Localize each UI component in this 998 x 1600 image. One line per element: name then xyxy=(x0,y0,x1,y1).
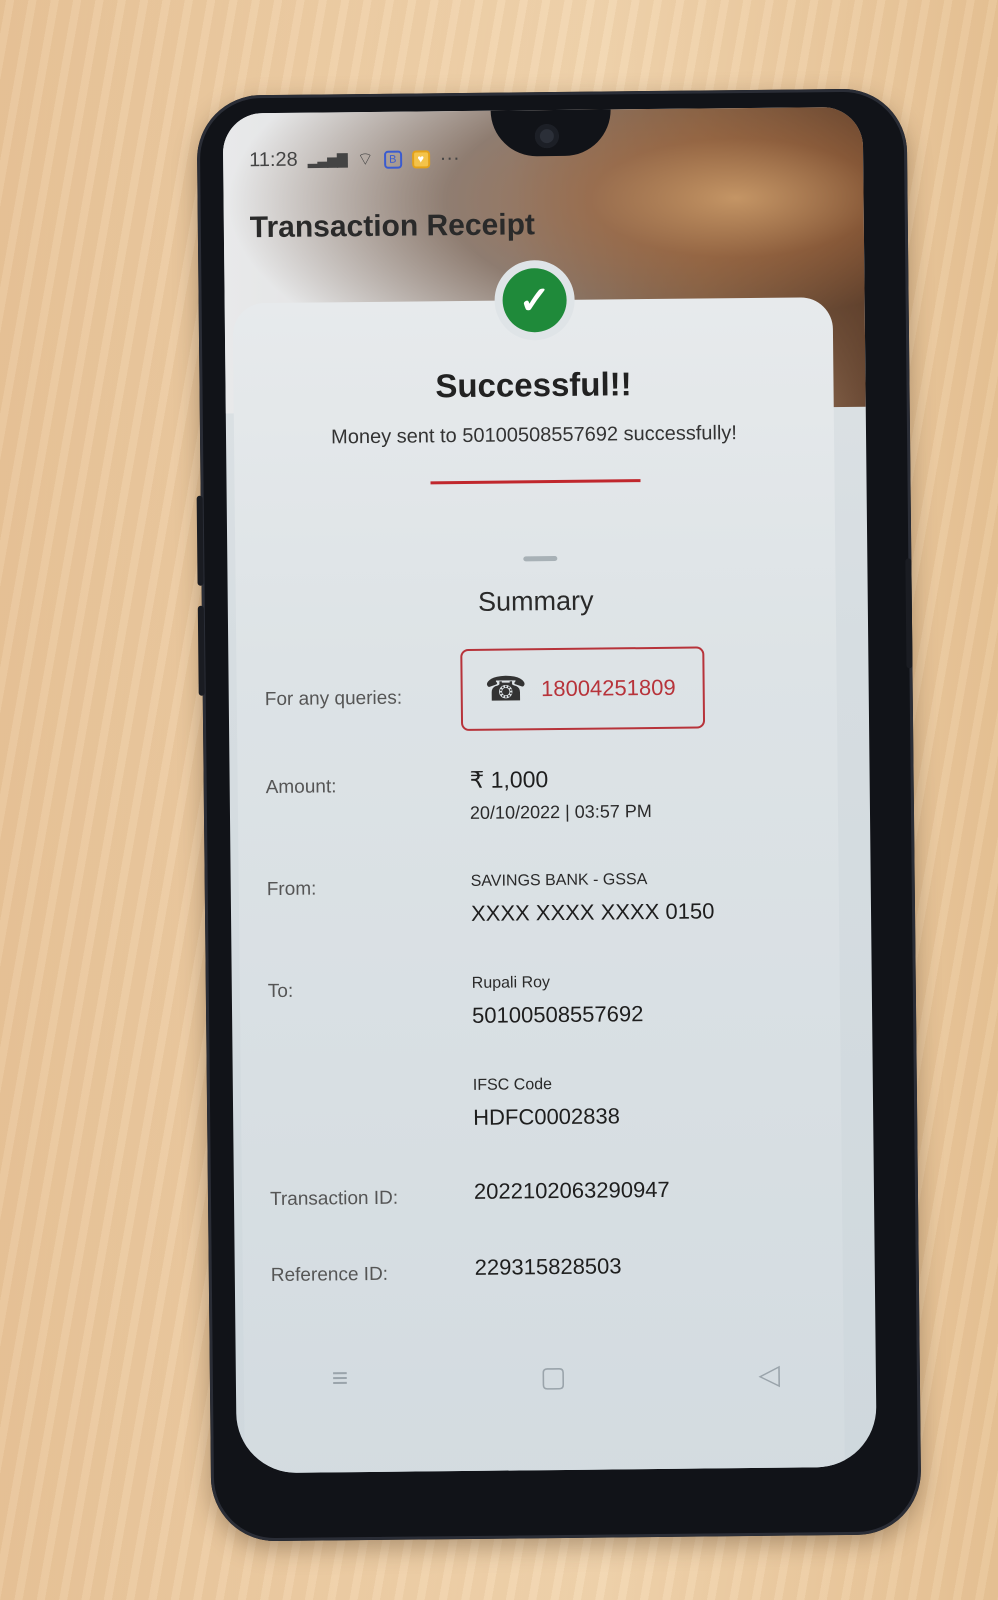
queries-label: For any queries: xyxy=(264,687,403,711)
to-label: To: xyxy=(267,980,294,1003)
volume-button-2 xyxy=(197,605,205,696)
success-message: Money sent to 50100508557692 successfull… xyxy=(330,422,738,449)
more-notifications-icon: ··· xyxy=(439,147,460,170)
helpline-button[interactable]: ☎ 18004251809 xyxy=(460,646,706,732)
amount-label: Amount: xyxy=(265,776,337,799)
success-title: Successful!! xyxy=(435,365,632,405)
reference-id-value: 229315828503 xyxy=(474,1253,622,1280)
app-notification-icon: B xyxy=(383,150,402,169)
transaction-datetime: 20/10/2022 | 03:57 PM xyxy=(469,801,652,823)
payee-account-number: 50100508557692 xyxy=(471,1001,644,1028)
payee-name: Rupali Roy xyxy=(471,974,551,992)
wifi-icon: ⌔ xyxy=(356,148,374,170)
phone-screen: 11:28 ▂▃▅▇ ⌔ B ♥ ··· Transaction Receipt… xyxy=(222,106,877,1474)
ifsc-value: HDFC0002838 xyxy=(473,1103,621,1130)
reference-id-label: Reference ID: xyxy=(270,1263,389,1287)
front-camera xyxy=(534,123,560,149)
telephone-icon: ☎ xyxy=(484,670,528,709)
summary-title: Summary xyxy=(477,585,594,617)
amount-value: ₹ 1,000 xyxy=(469,766,549,793)
signal-icon: ▂▃▅▇ xyxy=(307,151,347,168)
transaction-id-value: 202210206329094​7 xyxy=(473,1176,670,1204)
helpline-number: 18004251809 xyxy=(540,674,676,702)
status-time: 11:28 xyxy=(249,148,298,172)
receipt-card: ✓ Successful!! Money sent to 50100508557… xyxy=(232,259,846,1474)
ifsc-label: IFSC Code xyxy=(472,1076,553,1094)
from-label: From: xyxy=(266,878,317,901)
home-icon[interactable]: ▢ xyxy=(540,1359,567,1392)
sheet-handle[interactable] xyxy=(523,556,558,562)
status-bar: 11:28 ▂▃▅▇ ⌔ B ♥ ··· xyxy=(249,147,460,172)
power-button xyxy=(905,558,913,669)
menu-icon[interactable]: ≡ xyxy=(332,1362,349,1394)
check-icon: ✓ xyxy=(502,267,567,333)
from-account-type: SAVINGS BANK - GSSA xyxy=(470,871,648,890)
system-nav-bar: ≡ ▢ ◁ xyxy=(236,1343,877,1410)
from-account-number: XXXX XXXX XXXX 0150 xyxy=(470,898,715,926)
transaction-id-label: Transaction ID: xyxy=(269,1187,399,1211)
volume-button xyxy=(196,495,204,586)
page-title: Transaction Receipt xyxy=(249,208,536,245)
divider-line xyxy=(430,479,641,485)
app-notification-icon-2: ♥ xyxy=(411,149,430,169)
success-badge: ✓ xyxy=(494,259,576,341)
back-icon[interactable]: ◁ xyxy=(758,1357,780,1390)
phone-device: 11:28 ▂▃▅▇ ⌔ B ♥ ··· Transaction Receipt… xyxy=(196,88,922,1542)
